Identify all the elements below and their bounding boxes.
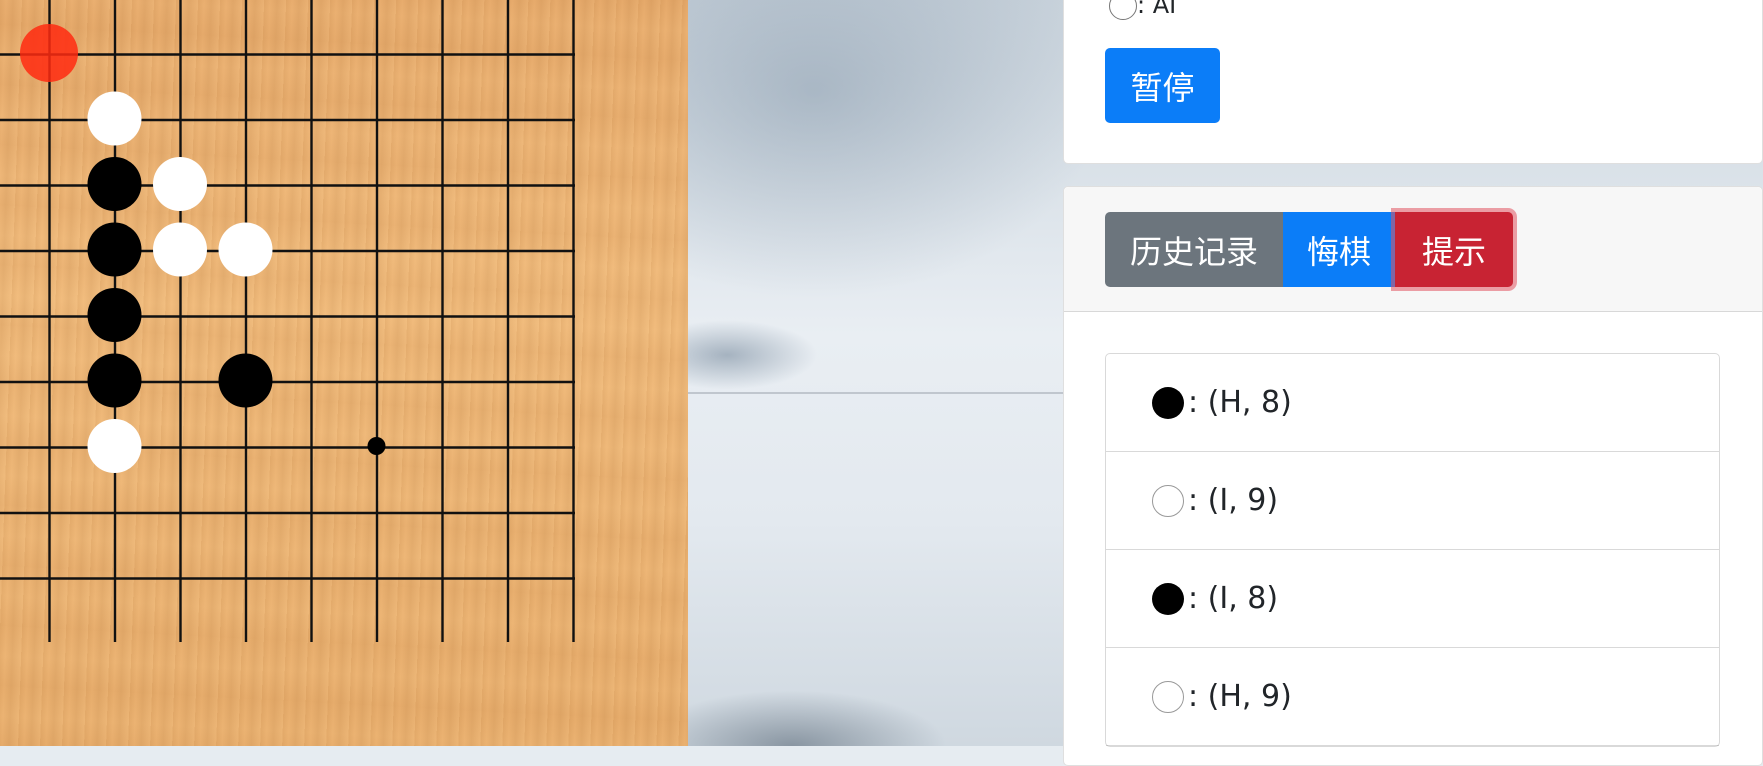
water-line (688, 392, 1088, 394)
move-text: : (I, 8) (1188, 581, 1279, 616)
black-stone (218, 353, 273, 408)
ai-radio-option[interactable]: : AI (1109, 0, 1176, 20)
black-stone-icon (1152, 582, 1184, 615)
black-stone (87, 157, 142, 211)
mountain-mist (688, 0, 1108, 300)
star-point (367, 437, 386, 455)
white-stone (87, 419, 142, 473)
black-stone (87, 288, 142, 342)
distant-hill (688, 320, 818, 390)
history-button[interactable]: 历史记录 (1105, 212, 1283, 287)
move-list-item: : (H, 8) (1106, 354, 1719, 452)
black-stone (87, 222, 142, 277)
move-list-item: : (H, 9) (1106, 648, 1719, 746)
white-stone (87, 91, 142, 146)
history-panel: 历史记录 悔棋 提示 : (H, 8) : (I, 9) : (I, 8) : … (1063, 186, 1763, 766)
white-stone (153, 157, 207, 211)
last-move-marker (20, 24, 78, 82)
hint-button[interactable]: 提示 (1395, 212, 1513, 287)
shore (688, 690, 948, 746)
move-text: : (I, 9) (1188, 483, 1279, 518)
board-grid[interactable] (0, 0, 688, 746)
undo-button[interactable]: 悔棋 (1283, 212, 1395, 287)
history-panel-header: 历史记录 悔棋 提示 (1064, 187, 1762, 312)
pause-button[interactable]: 暂停 (1105, 48, 1220, 123)
white-stone (153, 222, 207, 277)
white-stone-icon (1152, 680, 1184, 713)
grid-lines (0, 0, 575, 642)
black-stone (87, 353, 142, 408)
white-stone-icon (1152, 484, 1184, 517)
black-stone-icon (1152, 386, 1184, 419)
move-text: : (H, 8) (1188, 385, 1292, 420)
game-board[interactable] (0, 0, 688, 746)
move-list-item: : (I, 9) (1106, 452, 1719, 550)
move-list-item: : (I, 8) (1106, 550, 1719, 648)
control-panel: : AI 暂停 (1063, 0, 1763, 164)
move-text: : (H, 9) (1188, 679, 1292, 714)
ai-radio-label: : AI (1137, 0, 1177, 19)
move-history-list: : (H, 8) : (I, 9) : (I, 8) : (H, 9) (1105, 353, 1720, 747)
white-stone (218, 222, 273, 277)
radio-circle-icon[interactable] (1109, 0, 1137, 20)
